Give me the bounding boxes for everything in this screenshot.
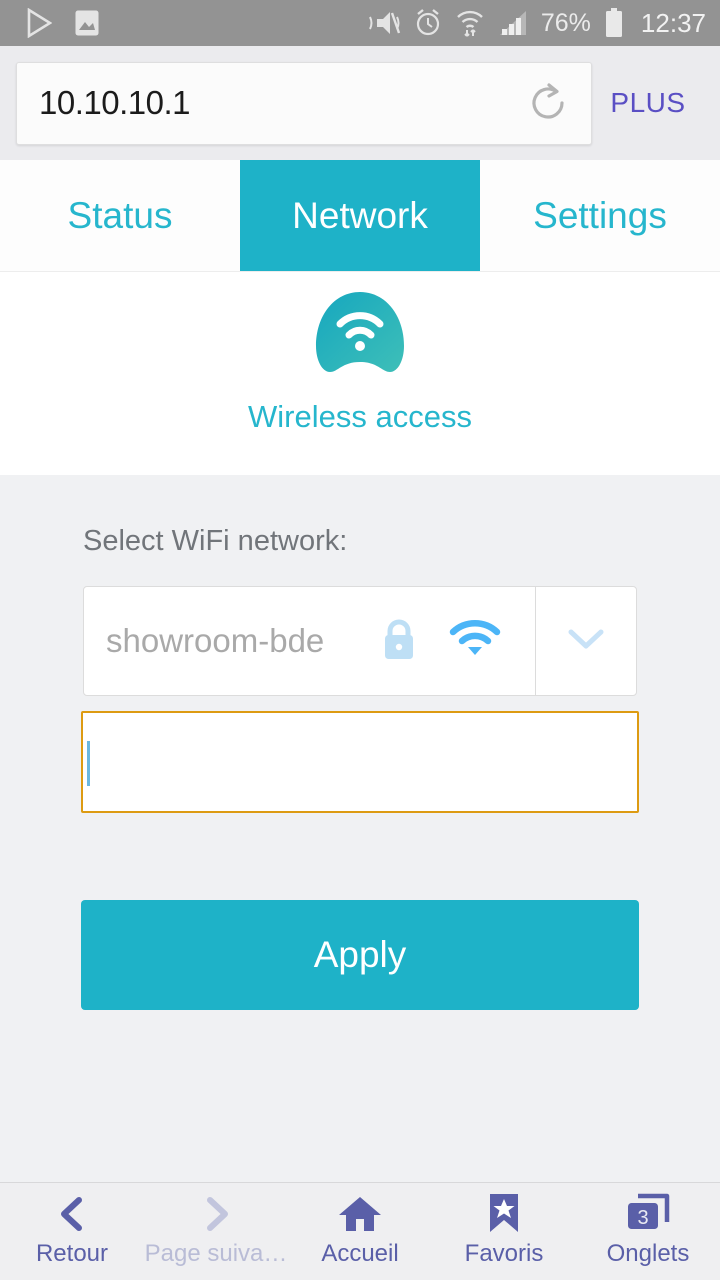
select-wifi-label: Select WiFi network: [83, 525, 348, 557]
nav-home[interactable]: Accueil [288, 1195, 432, 1268]
wifi-network-indicators [379, 616, 535, 667]
wireless-dome-icon [312, 290, 408, 376]
browser-toolbar: 10.10.10.1 PLUS [0, 46, 720, 160]
tabs-count-text: 3 [637, 1207, 648, 1229]
tab-status[interactable]: Status [0, 160, 240, 271]
wifi-network-select[interactable]: showroom-bde [83, 586, 637, 696]
reload-icon[interactable] [527, 82, 569, 124]
lock-icon [379, 616, 419, 667]
home-icon [338, 1195, 382, 1233]
router-tab-bar: Status Network Settings [0, 160, 720, 272]
nav-back[interactable]: Retour [0, 1195, 144, 1268]
wifi-signal-icon [449, 619, 501, 664]
tab-network[interactable]: Network [240, 160, 480, 271]
network-form-panel: Select WiFi network: showroom-bde Apply [0, 475, 720, 1182]
nav-bookmarks[interactable]: Favoris [432, 1194, 576, 1268]
phone-screen: 76% 12:37 10.10.10.1 PLUS Status Network… [0, 0, 720, 1280]
browser-bottom-nav: Retour Page suiva… Accueil Favoris 3 Ong… [0, 1182, 720, 1280]
chevron-left-icon [55, 1195, 89, 1233]
image-icon [74, 9, 100, 37]
browser-menu-button[interactable]: PLUS [592, 87, 704, 119]
chevron-down-icon [568, 628, 604, 655]
bookmark-star-icon [487, 1194, 521, 1233]
wifi-transfer-icon [455, 8, 485, 38]
alarm-icon [414, 8, 442, 38]
play-icon [26, 8, 52, 38]
nav-forward-label: Page suiva… [144, 1240, 288, 1267]
nav-home-label: Accueil [321, 1240, 399, 1267]
status-bar-right-icons: 76% 12:37 [367, 8, 706, 39]
wifi-network-dropdown-button[interactable] [535, 587, 636, 695]
wifi-ssid-value: showroom-bde [106, 622, 325, 659]
wireless-access-header: Wireless access [0, 272, 720, 475]
cellular-signal-icon [498, 9, 528, 37]
nav-back-label: Retour [35, 1240, 109, 1267]
address-bar[interactable]: 10.10.10.1 [16, 61, 592, 145]
nav-tabs[interactable]: 3 Onglets [576, 1193, 720, 1268]
apply-button[interactable]: Apply [81, 900, 639, 1010]
wireless-access-title: Wireless access [248, 399, 472, 434]
battery-percent-label: 76% [540, 8, 591, 37]
nav-forward[interactable]: Page suiva… [144, 1195, 288, 1268]
url-text[interactable]: 10.10.10.1 [39, 84, 527, 122]
tab-settings[interactable]: Settings [480, 160, 720, 271]
android-status-bar: 76% 12:37 [0, 0, 720, 46]
battery-icon [604, 8, 624, 38]
nav-bookmarks-label: Favoris [464, 1240, 544, 1267]
clock-label: 12:37 [640, 7, 706, 38]
status-bar-left-icons [26, 8, 100, 38]
nav-tabs-label: Onglets [606, 1240, 690, 1267]
tabs-icon: 3 [626, 1193, 670, 1233]
wifi-password-input[interactable] [81, 711, 639, 813]
text-caret [87, 741, 90, 786]
wifi-network-select-display[interactable]: showroom-bde [84, 587, 535, 695]
mute-vibrate-icon [367, 8, 401, 38]
chevron-right-icon [199, 1195, 233, 1233]
